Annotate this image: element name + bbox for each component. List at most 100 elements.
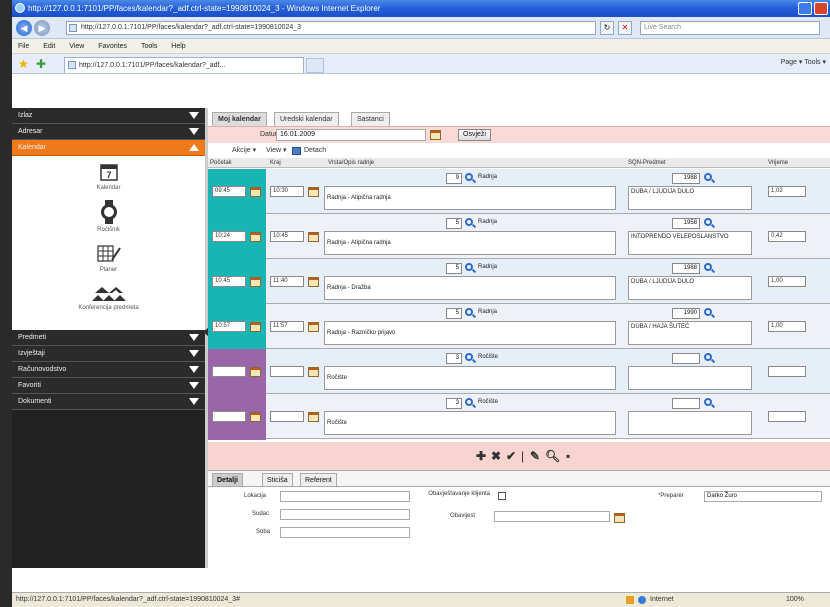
obavjestavanje-checkbox[interactable] [498, 492, 506, 500]
date-picker-icon[interactable] [430, 130, 441, 140]
table-row[interactable]: 10:45 11:40 5 Radnja Radnja - Dražba 1988 DUBA… [208, 259, 830, 305]
close-button[interactable] [814, 2, 828, 15]
sudac-input[interactable] [280, 509, 410, 520]
actions-menu[interactable]: Akcije ▾ [232, 144, 256, 158]
col-sqn-predmet[interactable]: SQN-Predmet [628, 158, 666, 168]
end-time-picker-icon[interactable] [308, 367, 319, 377]
lookup-icon[interactable] [465, 263, 473, 271]
tab-sticisa[interactable]: Sticiša [262, 473, 293, 487]
vrijeme-input[interactable]: 1,00 [768, 321, 806, 332]
start-time-input[interactable] [212, 411, 246, 422]
minimize-button[interactable] [798, 2, 812, 15]
predmet-input[interactable]: DUBA / LJUDIJA DULO [628, 186, 752, 210]
tab-sastanci[interactable]: Sastanci [351, 112, 390, 126]
count-input[interactable]: 5 [446, 263, 462, 274]
save-icon[interactable]: ▪ [566, 449, 570, 463]
menu-help[interactable]: Help [171, 43, 185, 50]
description-input[interactable]: Radnja - Atipična radnja [324, 186, 616, 210]
stop-button[interactable]: ✕ [618, 21, 632, 35]
description-input[interactable]: Ročište [324, 411, 616, 435]
add-icon[interactable]: ✚ [476, 449, 486, 463]
search-icon[interactable]: 🔍︎ [545, 449, 560, 463]
table-row[interactable]: 3 Ročište Ročište [208, 394, 830, 440]
panel-item-rocisnik[interactable]: Ročišnik [12, 200, 205, 233]
command-bar[interactable]: Page ▾ Tools ▾ [781, 58, 826, 66]
start-time-picker-icon[interactable] [250, 277, 261, 287]
start-time-input[interactable]: 10:24 [212, 231, 246, 242]
predmet-input[interactable]: DUBA / HAJA ŠUTEĆ [628, 321, 752, 345]
end-time-input[interactable] [270, 366, 304, 377]
end-time-picker-icon[interactable] [308, 232, 319, 242]
sqn-lookup-icon[interactable] [704, 308, 712, 316]
panel-item-planer[interactable]: Planer [12, 244, 205, 273]
sqn-input[interactable]: 1958 [672, 218, 700, 229]
lookup-icon[interactable] [465, 398, 473, 406]
col-kraj[interactable]: Kraj [270, 158, 281, 168]
favorites-star-icon[interactable]: ★ [18, 57, 29, 71]
sidebar-item-favoriti[interactable]: Favoriti [12, 378, 205, 394]
lookup-icon[interactable] [465, 353, 473, 361]
menu-file[interactable]: File [18, 43, 29, 50]
count-input[interactable]: 3 [446, 398, 462, 409]
start-time-input[interactable]: 09:45 [212, 186, 246, 197]
delete-icon[interactable]: ✖ [491, 449, 501, 463]
sqn-input[interactable]: 1988 [672, 173, 700, 184]
end-time-input[interactable]: 10:45 [270, 231, 304, 242]
tab-referent[interactable]: Referent [300, 473, 337, 487]
panel-item-kalendar[interactable]: 7 Kalendar [12, 162, 205, 191]
end-time-picker-icon[interactable] [308, 277, 319, 287]
preparer-select[interactable]: Darko Žuro [704, 491, 822, 502]
sqn-lookup-icon[interactable] [704, 398, 712, 406]
col-vrsta-opis[interactable]: Vrsta/Opis radnje [328, 158, 374, 168]
start-time-input[interactable]: 10:57 [212, 321, 246, 332]
end-time-input[interactable]: 11:40 [270, 276, 304, 287]
start-time-input[interactable]: 10:45 [212, 276, 246, 287]
forward-button[interactable]: ▶ [34, 20, 50, 36]
detach-button[interactable]: Detach [304, 144, 326, 158]
end-time-input[interactable]: 11:57 [270, 321, 304, 332]
sidebar-item-adresar[interactable]: Adresar [12, 124, 205, 140]
description-input[interactable]: Ročište [324, 366, 616, 390]
count-input[interactable]: 9 [446, 173, 462, 184]
sidebar-item-racunovodstvo[interactable]: Računovodstvo [12, 362, 205, 378]
end-time-picker-icon[interactable] [308, 412, 319, 422]
lookup-icon[interactable] [465, 173, 473, 181]
sqn-lookup-icon[interactable] [704, 173, 712, 181]
sqn-input[interactable] [672, 353, 700, 364]
date-input[interactable]: 16.01.2009 [276, 129, 426, 141]
col-pocetak[interactable]: Početak [210, 158, 232, 168]
sqn-lookup-icon[interactable] [704, 218, 712, 226]
vrijeme-input[interactable] [768, 366, 806, 377]
zoom-level[interactable]: 100% [786, 593, 804, 607]
start-time-picker-icon[interactable] [250, 367, 261, 377]
confirm-icon[interactable]: ✔ [506, 449, 516, 463]
table-row[interactable]: 10:24 10:45 5 Radnja Radnja - Atipična radnj… [208, 214, 830, 260]
search-input[interactable]: Live Search [640, 21, 820, 35]
tab-detalji[interactable]: Detalji [212, 473, 244, 487]
table-row[interactable]: 10:57 11:57 5 Radnja Radnja - Razničko prija… [208, 304, 830, 350]
browser-tab[interactable]: http://127.0.0.1:7101/PP/faces/kalendar?… [64, 57, 304, 73]
obavijest-input[interactable] [494, 511, 610, 522]
lookup-icon[interactable] [465, 218, 473, 226]
lokacija-input[interactable] [280, 491, 410, 502]
end-time-input[interactable]: 10:30 [270, 186, 304, 197]
vrijeme-input[interactable]: 1,00 [768, 276, 806, 287]
menu-edit[interactable]: Edit [43, 43, 55, 50]
start-time-picker-icon[interactable] [250, 187, 261, 197]
count-input[interactable]: 5 [446, 218, 462, 229]
start-time-input[interactable] [212, 366, 246, 377]
predmet-input[interactable]: DUBA / LJUDIJA DULO [628, 276, 752, 300]
detach-icon[interactable] [292, 147, 301, 155]
description-input[interactable]: Radnja - Dražba [324, 276, 616, 300]
predmet-input[interactable]: INTOPRENDO VELEPOSLANSTVO [628, 231, 752, 255]
table-row[interactable]: 3 Ročište Ročište [208, 349, 830, 395]
predmet-input[interactable] [628, 411, 752, 435]
back-button[interactable]: ◀ [16, 20, 32, 36]
description-input[interactable]: Radnja - Atipična radnja [324, 231, 616, 255]
address-input[interactable]: http://127.0.0.1:7101/PP/faces/kalendar?… [66, 21, 596, 35]
menu-favorites[interactable]: Favorites [98, 43, 127, 50]
tab-uredski-kalendar[interactable]: Uredski kalendar [274, 112, 339, 126]
lookup-icon[interactable] [465, 308, 473, 316]
panel-item-konferencije[interactable]: Konferencija predmeta [12, 284, 205, 311]
col-vrijeme[interactable]: Vrijeme [768, 158, 788, 168]
